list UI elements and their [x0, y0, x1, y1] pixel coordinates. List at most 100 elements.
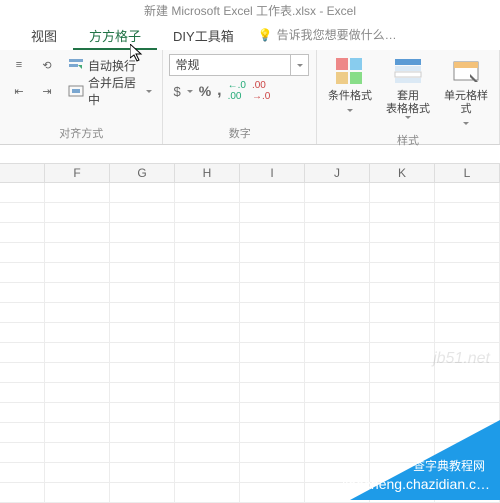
cell[interactable] — [240, 323, 305, 343]
cell[interactable] — [435, 323, 500, 343]
cell[interactable] — [435, 303, 500, 323]
cell[interactable] — [175, 323, 240, 343]
cell[interactable] — [435, 403, 500, 423]
cell[interactable] — [305, 463, 370, 483]
cell[interactable] — [175, 463, 240, 483]
cell[interactable] — [175, 263, 240, 283]
cell[interactable] — [240, 483, 305, 503]
cell[interactable] — [175, 363, 240, 383]
cell[interactable] — [110, 463, 175, 483]
cell[interactable] — [45, 223, 110, 243]
currency-button[interactable]: $ — [173, 84, 180, 99]
cell[interactable] — [110, 243, 175, 263]
cell[interactable] — [240, 283, 305, 303]
cell[interactable] — [175, 423, 240, 443]
column-header[interactable]: J — [305, 164, 370, 183]
cell[interactable] — [110, 483, 175, 503]
orientation-icon[interactable]: ⟲ — [34, 54, 60, 76]
cell[interactable] — [110, 283, 175, 303]
cell[interactable] — [305, 303, 370, 323]
cell[interactable] — [45, 483, 110, 503]
cell[interactable] — [370, 223, 435, 243]
decrease-decimal-button[interactable]: .00→.0 — [252, 80, 270, 102]
cell[interactable] — [435, 223, 500, 243]
cell[interactable] — [45, 403, 110, 423]
cell[interactable] — [45, 323, 110, 343]
cell-styles-button[interactable]: 单元格样式 — [439, 54, 493, 129]
format-as-table-button[interactable]: 套用 表格格式 — [381, 54, 435, 119]
cell[interactable] — [240, 443, 305, 463]
cell[interactable] — [305, 383, 370, 403]
cell[interactable] — [240, 263, 305, 283]
cell[interactable] — [305, 483, 370, 503]
cell[interactable] — [110, 203, 175, 223]
cell[interactable] — [110, 343, 175, 363]
tab-fangfanggezi[interactable]: 方方格子 — [73, 22, 157, 50]
cell[interactable] — [110, 363, 175, 383]
cell[interactable] — [45, 243, 110, 263]
cell[interactable] — [45, 463, 110, 483]
column-header[interactable]: F — [45, 164, 110, 183]
indent-decrease-icon[interactable]: ⇤ — [6, 80, 32, 102]
cell[interactable] — [175, 443, 240, 463]
comma-button[interactable]: , — [217, 82, 221, 100]
indent-increase-icon[interactable]: ⇥ — [34, 80, 60, 102]
cell[interactable] — [305, 323, 370, 343]
cell[interactable] — [45, 203, 110, 223]
cell[interactable] — [370, 323, 435, 343]
cell[interactable] — [370, 423, 435, 443]
column-header[interactable]: I — [240, 164, 305, 183]
cell[interactable] — [110, 423, 175, 443]
cell[interactable] — [305, 423, 370, 443]
merge-center-button[interactable]: 合并后居中 — [64, 80, 156, 102]
cell[interactable] — [110, 183, 175, 203]
cell[interactable] — [175, 283, 240, 303]
cell[interactable] — [305, 283, 370, 303]
cell[interactable] — [435, 383, 500, 403]
cell[interactable] — [435, 243, 500, 263]
cell[interactable] — [175, 303, 240, 323]
column-header[interactable]: G — [110, 164, 175, 183]
cell[interactable] — [370, 363, 435, 383]
cell[interactable] — [370, 263, 435, 283]
tell-me-search[interactable]: 💡告诉我您想要做什么… — [250, 22, 405, 50]
cell[interactable] — [305, 363, 370, 383]
cell[interactable] — [435, 483, 500, 503]
cell[interactable] — [435, 183, 500, 203]
cell[interactable] — [110, 303, 175, 323]
cell[interactable] — [240, 423, 305, 443]
cell[interactable] — [435, 363, 500, 383]
cell[interactable] — [305, 343, 370, 363]
cell[interactable] — [110, 383, 175, 403]
cell[interactable] — [435, 463, 500, 483]
cell[interactable] — [45, 383, 110, 403]
cell[interactable] — [175, 343, 240, 363]
cell[interactable] — [240, 243, 305, 263]
cell[interactable] — [110, 403, 175, 423]
cell[interactable] — [110, 443, 175, 463]
cell[interactable] — [305, 403, 370, 423]
cell[interactable] — [305, 183, 370, 203]
tab-view[interactable]: 视图 — [15, 22, 73, 50]
cell[interactable] — [240, 363, 305, 383]
cell[interactable] — [240, 343, 305, 363]
wrap-text-button[interactable]: 自动换行 — [64, 54, 156, 76]
cell[interactable] — [435, 263, 500, 283]
cell[interactable] — [45, 263, 110, 283]
cell[interactable] — [240, 203, 305, 223]
cell[interactable] — [370, 443, 435, 463]
conditional-format-button[interactable]: 条件格式 — [323, 54, 377, 116]
cell[interactable] — [175, 223, 240, 243]
column-header[interactable]: L — [435, 164, 500, 183]
cell[interactable] — [45, 363, 110, 383]
percent-button[interactable]: % — [199, 83, 211, 99]
cell[interactable] — [435, 203, 500, 223]
cell[interactable] — [370, 383, 435, 403]
cell[interactable] — [240, 403, 305, 423]
column-header[interactable]: H — [175, 164, 240, 183]
cell[interactable] — [240, 183, 305, 203]
cell[interactable] — [370, 463, 435, 483]
cell[interactable] — [370, 343, 435, 363]
tab-diy-toolbox[interactable]: DIY工具箱 — [157, 22, 250, 50]
increase-decimal-button[interactable]: ←.0.00 — [228, 80, 246, 102]
